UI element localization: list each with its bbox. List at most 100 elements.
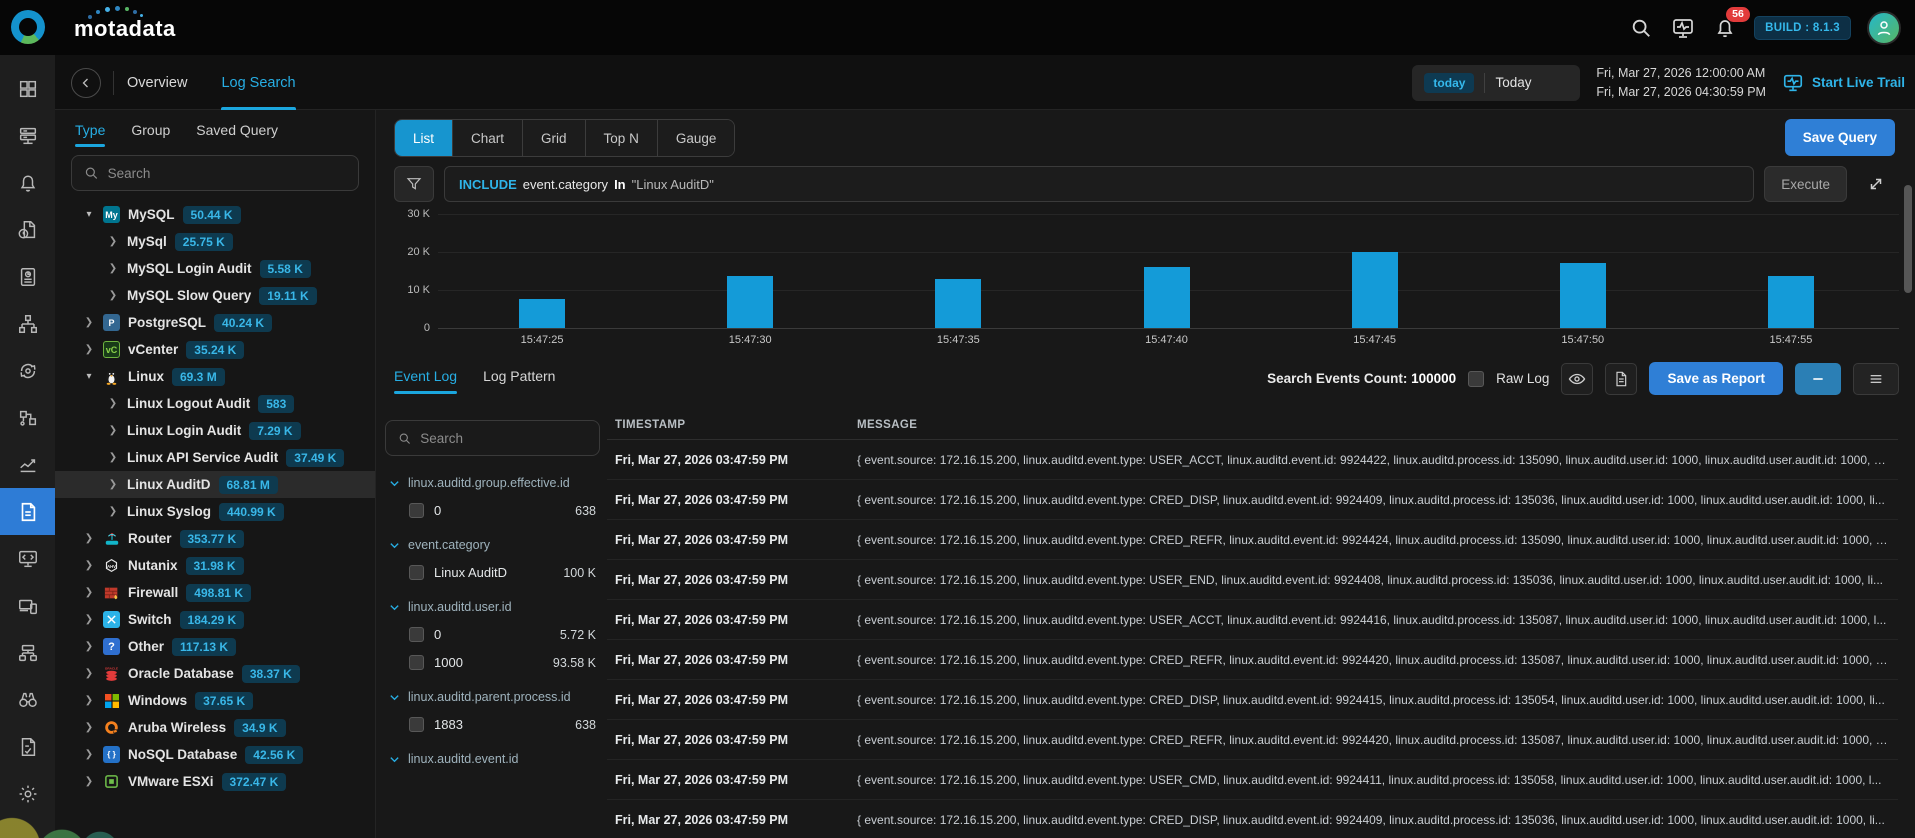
chevron-right-icon[interactable]: ❯	[83, 749, 95, 760]
facet-item-0[interactable]: 0 638	[409, 503, 596, 518]
chevron-right-icon[interactable]: ❯	[107, 263, 119, 274]
table-row[interactable]: Fri, Mar 27, 2026 03:47:59 PM{ event.sou…	[607, 680, 1898, 720]
histogram-bar-15:47:50[interactable]	[1560, 263, 1606, 328]
rail-item-settings-gear[interactable]	[0, 770, 55, 817]
rail-item-metrics-chart[interactable]	[0, 441, 55, 488]
table-menu-button[interactable]	[1853, 363, 1899, 395]
tree-item-firewall[interactable]: ❯Firewall498.81 K	[55, 579, 375, 606]
panel-tab-group[interactable]: Group	[131, 122, 170, 147]
events-histogram-chart[interactable]: 010 K20 K30 K15:47:2515:47:3015:47:3515:…	[394, 210, 1899, 362]
chevron-right-icon[interactable]: ❯	[107, 506, 119, 517]
facet-checkbox[interactable]	[409, 717, 424, 732]
tree-item-linux-syslog[interactable]: ❯Linux Syslog440.99 K	[55, 498, 375, 525]
table-row[interactable]: Fri, Mar 27, 2026 03:47:59 PM{ event.sou…	[607, 480, 1898, 520]
chevron-right-icon[interactable]: ❯	[83, 614, 95, 625]
chevron-right-icon[interactable]: ❯	[83, 344, 95, 355]
tree-item-linux-auditd[interactable]: ❯Linux AuditD68.81 M	[55, 471, 375, 498]
rail-item-task-doc[interactable]	[0, 723, 55, 770]
query-filter-input[interactable]: INCLUDE event.category In "Linux AuditD"	[444, 166, 1754, 202]
chevron-right-icon[interactable]: ❯	[107, 479, 119, 490]
back-button[interactable]	[71, 68, 101, 98]
tree-item-linux-api-service-audit[interactable]: ❯Linux API Service Audit37.49 K	[55, 444, 375, 471]
type-search-box[interactable]	[71, 155, 359, 191]
collapse-panel-button[interactable]	[1795, 363, 1841, 395]
view-tab-chart[interactable]: Chart	[453, 120, 523, 156]
rail-item-devices[interactable]	[0, 582, 55, 629]
chevron-right-icon[interactable]: ❯	[83, 587, 95, 598]
panel-tab-type[interactable]: Type	[75, 122, 105, 147]
rail-item-file-history[interactable]	[0, 206, 55, 253]
chevron-right-icon[interactable]: ❯	[83, 668, 95, 679]
expand-query-button[interactable]	[1857, 166, 1895, 202]
view-tab-gauge[interactable]: Gauge	[658, 120, 735, 156]
execute-button[interactable]: Execute	[1764, 166, 1847, 202]
chevron-right-icon[interactable]: ❯	[107, 425, 119, 436]
facet-group-event.category[interactable]: event.category	[389, 538, 596, 552]
time-range-selector[interactable]: today Today	[1412, 65, 1580, 101]
save-as-report-button[interactable]: Save as Report	[1649, 362, 1783, 395]
system-monitor-button[interactable]	[1670, 15, 1696, 41]
histogram-bar-15:47:25[interactable]	[519, 299, 565, 328]
view-tab-grid[interactable]: Grid	[523, 120, 586, 156]
histogram-bar-15:47:35[interactable]	[935, 279, 981, 328]
table-row[interactable]: Fri, Mar 27, 2026 03:47:59 PM{ event.sou…	[607, 720, 1898, 760]
timestamp-column-header[interactable]: TIMESTAMP	[607, 419, 857, 431]
message-column-header[interactable]: MESSAGE	[857, 419, 1898, 431]
tree-item-windows[interactable]: ❯Windows37.65 K	[55, 687, 375, 714]
chevron-right-icon[interactable]: ❯	[107, 236, 119, 247]
filter-funnel-button[interactable]	[394, 166, 434, 202]
table-row[interactable]: Fri, Mar 27, 2026 03:47:59 PM{ event.sou…	[607, 640, 1898, 680]
table-row[interactable]: Fri, Mar 27, 2026 03:47:59 PM{ event.sou…	[607, 520, 1898, 560]
table-row[interactable]: Fri, Mar 27, 2026 03:47:59 PM{ event.sou…	[607, 760, 1898, 800]
tree-item-linux-login-audit[interactable]: ❯Linux Login Audit7.29 K	[55, 417, 375, 444]
table-row[interactable]: Fri, Mar 27, 2026 03:47:59 PM{ event.sou…	[607, 560, 1898, 600]
tree-item-mysql[interactable]: ▾MyMySQL50.44 K	[55, 201, 375, 228]
facet-checkbox[interactable]	[409, 503, 424, 518]
rail-item-report-doc[interactable]	[0, 253, 55, 300]
facet-group-linux.auditd.group.effective.id[interactable]: linux.auditd.group.effective.id	[389, 476, 596, 490]
histogram-bar-15:47:40[interactable]	[1144, 267, 1190, 328]
result-tab-event-log[interactable]: Event Log	[394, 368, 457, 394]
facet-item-1000[interactable]: 1000 93.58 K	[409, 655, 596, 670]
tree-item-mysql-login-audit[interactable]: ❯MySQL Login Audit5.58 K	[55, 255, 375, 282]
histogram-bar-15:47:45[interactable]	[1352, 252, 1398, 328]
tree-item-router[interactable]: ❯Router353.77 K	[55, 525, 375, 552]
result-tab-log-pattern[interactable]: Log Pattern	[483, 368, 555, 394]
chevron-right-icon[interactable]: ❯	[83, 317, 95, 328]
vertical-scrollbar[interactable]	[1904, 185, 1912, 293]
export-button[interactable]	[1605, 363, 1637, 395]
start-live-trail-button[interactable]: Start Live Trail	[1782, 72, 1905, 94]
chevron-down-icon[interactable]: ▾	[83, 371, 95, 382]
tree-item-oracle-database[interactable]: ❯ORACLEOracle Database38.37 K	[55, 660, 375, 687]
column-visibility-button[interactable]	[1561, 363, 1593, 395]
nav-tab-overview[interactable]: Overview	[127, 55, 187, 110]
facet-item-linux-auditd[interactable]: Linux AuditD 100 K	[409, 565, 596, 580]
tree-item-vmware-esxi[interactable]: ❯VMware ESXi372.47 K	[55, 768, 375, 795]
facet-item-0[interactable]: 0 5.72 K	[409, 627, 596, 642]
rail-item-code-monitor[interactable]	[0, 535, 55, 582]
tree-item-nosql-database[interactable]: ❯{ }NoSQL Database42.56 K	[55, 741, 375, 768]
tree-item-vcenter[interactable]: ❯vCvCenter35.24 K	[55, 336, 375, 363]
rail-item-sync-gear[interactable]	[0, 347, 55, 394]
chevron-right-icon[interactable]: ❯	[107, 398, 119, 409]
view-tab-top-n[interactable]: Top N	[586, 120, 658, 156]
tree-item-nutanix[interactable]: ❯AHVNutanix31.98 K	[55, 552, 375, 579]
nav-tab-log-search[interactable]: Log Search	[221, 55, 295, 110]
chevron-right-icon[interactable]: ❯	[83, 533, 95, 544]
table-row[interactable]: Fri, Mar 27, 2026 03:47:59 PM{ event.sou…	[607, 440, 1898, 480]
rail-item-server-stack[interactable]	[0, 112, 55, 159]
chevron-down-icon[interactable]: ▾	[83, 209, 95, 220]
tree-item-aruba-wireless[interactable]: ❯Aruba Wireless34.9 K	[55, 714, 375, 741]
chevron-right-icon[interactable]: ❯	[83, 641, 95, 652]
chevron-right-icon[interactable]: ❯	[107, 290, 119, 301]
facet-group-linux.auditd.parent.process.id[interactable]: linux.auditd.parent.process.id	[389, 690, 596, 704]
chevron-right-icon[interactable]: ❯	[83, 695, 95, 706]
table-row[interactable]: Fri, Mar 27, 2026 03:47:59 PM{ event.sou…	[607, 600, 1898, 640]
notifications-button[interactable]: 56	[1712, 15, 1738, 41]
facet-search-box[interactable]	[385, 420, 600, 456]
global-search-button[interactable]	[1628, 15, 1654, 41]
tree-item-postgresql[interactable]: ❯PPostgreSQL40.24 K	[55, 309, 375, 336]
chevron-right-icon[interactable]: ❯	[83, 722, 95, 733]
table-row[interactable]: Fri, Mar 27, 2026 03:47:59 PM{ event.sou…	[607, 800, 1898, 838]
chevron-right-icon[interactable]: ❯	[107, 452, 119, 463]
